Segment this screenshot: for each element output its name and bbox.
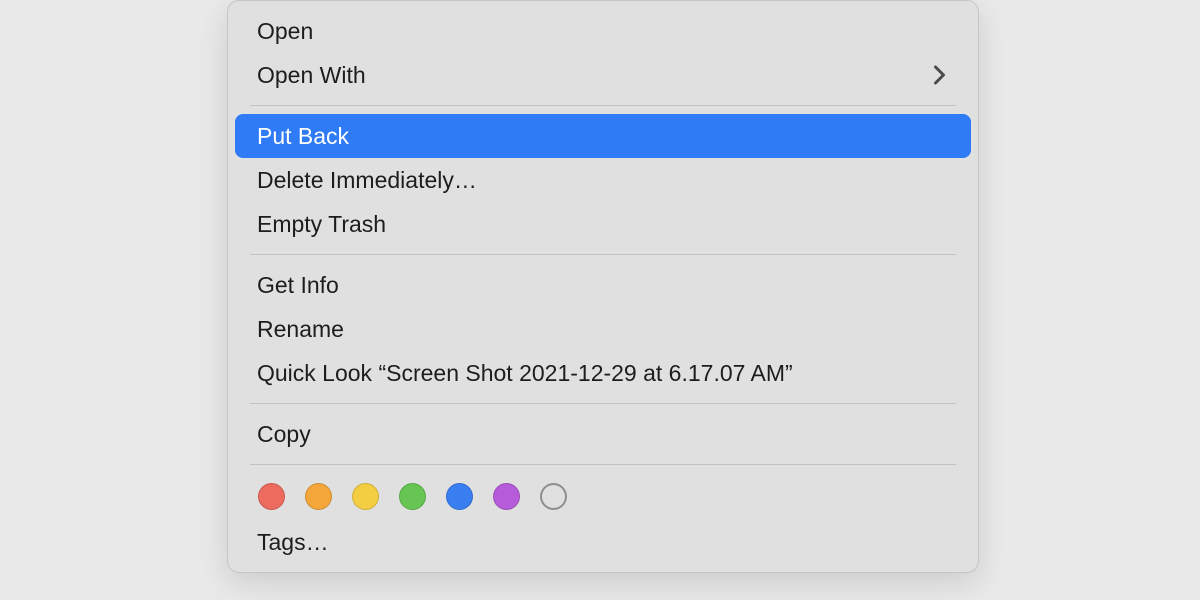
menu-item-get-info[interactable]: Get Info [235,263,971,307]
menu-item-open[interactable]: Open [235,9,971,53]
menu-item-label: Rename [257,318,344,341]
tag-dot-purple[interactable] [493,483,520,510]
chevron-right-icon [929,65,949,85]
menu-item-label: Tags… [257,531,329,554]
menu-item-delete-immediately[interactable]: Delete Immediately… [235,158,971,202]
menu-item-rename[interactable]: Rename [235,307,971,351]
menu-item-copy[interactable]: Copy [235,412,971,456]
tag-dot-none[interactable] [540,483,567,510]
menu-item-tags[interactable]: Tags… [235,520,971,564]
menu-item-label: Quick Look “Screen Shot 2021-12-29 at 6.… [257,362,793,385]
menu-item-label: Copy [257,423,311,446]
menu-item-quick-look[interactable]: Quick Look “Screen Shot 2021-12-29 at 6.… [235,351,971,395]
tag-color-row [234,473,972,520]
menu-separator [250,403,956,404]
menu-item-label: Put Back [257,125,349,148]
menu-separator [250,105,956,106]
tag-dot-green[interactable] [399,483,426,510]
menu-item-label: Empty Trash [257,213,386,236]
tag-dot-blue[interactable] [446,483,473,510]
context-menu: Open Open With Put Back Delete Immediate… [227,0,979,573]
menu-item-label: Delete Immediately… [257,169,477,192]
menu-item-label: Open With [257,64,366,87]
tag-dot-red[interactable] [258,483,285,510]
menu-separator [250,464,956,465]
menu-item-empty-trash[interactable]: Empty Trash [235,202,971,246]
menu-item-label: Get Info [257,274,339,297]
tag-dot-yellow[interactable] [352,483,379,510]
menu-separator [250,254,956,255]
menu-item-put-back[interactable]: Put Back [235,114,971,158]
menu-item-open-with[interactable]: Open With [235,53,971,97]
menu-item-label: Open [257,20,313,43]
tag-dot-orange[interactable] [305,483,332,510]
